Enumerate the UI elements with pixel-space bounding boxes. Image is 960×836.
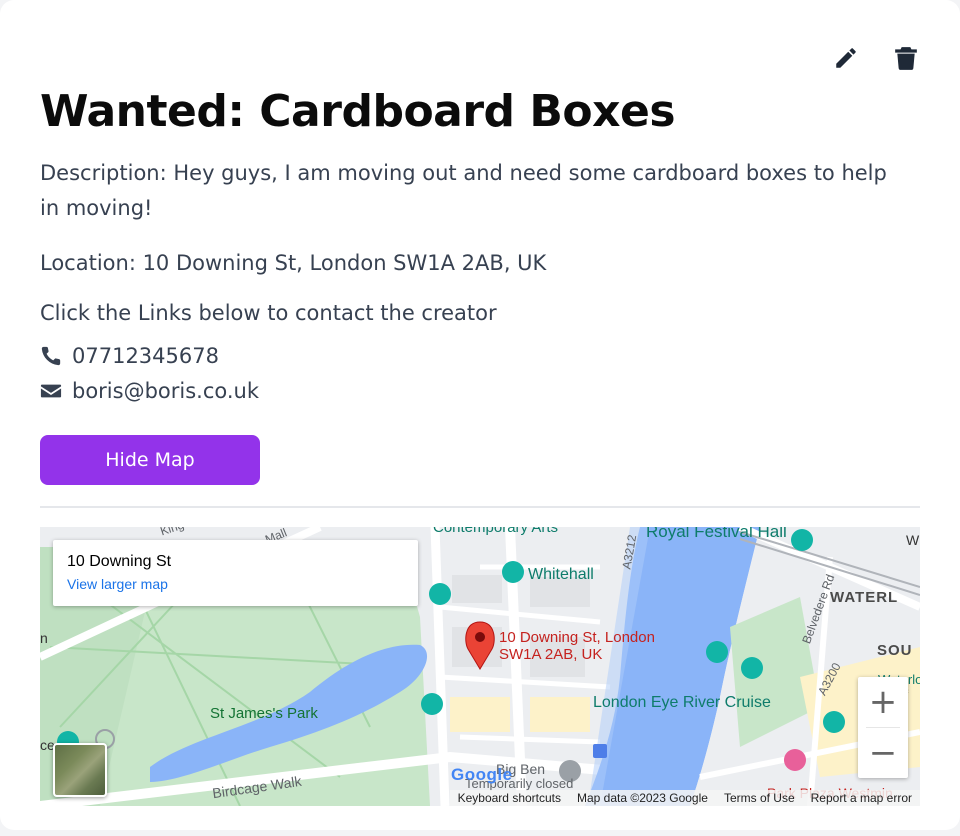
map-label-n: n: [40, 630, 48, 646]
email-link[interactable]: boris@boris.co.uk: [72, 379, 259, 403]
divider: [40, 506, 920, 508]
card-actions: [832, 44, 920, 72]
google-logo-text: Google: [451, 765, 513, 784]
map-pin-label-line2: SW1A 2AB, UK: [499, 646, 603, 663]
map-label-st-james-park: St James's Park: [210, 705, 318, 722]
listing-location: Location: 10 Downing St, London SW1A 2AB…: [40, 251, 547, 275]
listing-description: Description: Hey guys, I am moving out a…: [40, 161, 887, 220]
map-label-south: SOU: [877, 642, 913, 659]
phone-row: 07712345678: [40, 344, 219, 368]
listing-title: Wanted: Cardboard Boxes: [40, 86, 676, 137]
map-pin-label: 10 Downing St, London SW1A 2AB, UK: [499, 629, 655, 663]
google-logo: Google: [451, 765, 513, 785]
map-label-whitehall: Whitehall: [528, 566, 594, 583]
keyboard-shortcuts-link[interactable]: Keyboard shortcuts: [450, 791, 569, 805]
contact-prompt: Click the Links below to contact the cre…: [40, 301, 497, 325]
map-label-royal-festival-hall: Royal Festival Hall: [646, 527, 787, 541]
map-embed[interactable]: Contemporary Arts Royal Festival Hall Wh…: [40, 527, 920, 806]
map-zoom-controls: + −: [858, 677, 908, 778]
map-label-w: W: [906, 532, 920, 548]
map-label-waterloo: WATERL: [830, 589, 899, 606]
view-larger-map-link[interactable]: View larger map: [67, 576, 168, 592]
zoom-out-button[interactable]: −: [858, 728, 908, 778]
map-footer: Keyboard shortcuts Map data ©2023 Google…: [449, 790, 920, 806]
map-pin-label-line1: 10 Downing St, London: [499, 629, 655, 646]
terms-of-use-link[interactable]: Terms of Use: [716, 791, 803, 805]
edit-button[interactable]: [832, 44, 860, 72]
map-info-title: 10 Downing St: [67, 553, 172, 570]
map-label-contemporary-arts: Contemporary Arts: [433, 527, 559, 536]
email-row: boris@boris.co.uk: [40, 379, 259, 403]
zoom-in-button[interactable]: +: [858, 677, 908, 727]
report-map-error-link[interactable]: Report a map error: [803, 791, 920, 805]
phone-icon: [41, 346, 61, 366]
listing-card: Wanted: Cardboard Boxes Description: Hey…: [0, 0, 960, 830]
envelope-icon: [40, 384, 62, 398]
satellite-toggle-thumbnail[interactable]: [53, 743, 107, 797]
delete-button[interactable]: [892, 44, 920, 72]
phone-link[interactable]: 07712345678: [72, 344, 219, 368]
map-info-card: 10 Downing St View larger map: [53, 540, 418, 606]
hide-map-button[interactable]: Hide Map: [40, 435, 260, 485]
map-data-attribution: Map data ©2023 Google: [577, 791, 708, 805]
map-label-london-eye: London Eye River Cruise: [593, 694, 771, 711]
pencil-icon: [836, 48, 856, 68]
trash-icon: [895, 47, 917, 70]
